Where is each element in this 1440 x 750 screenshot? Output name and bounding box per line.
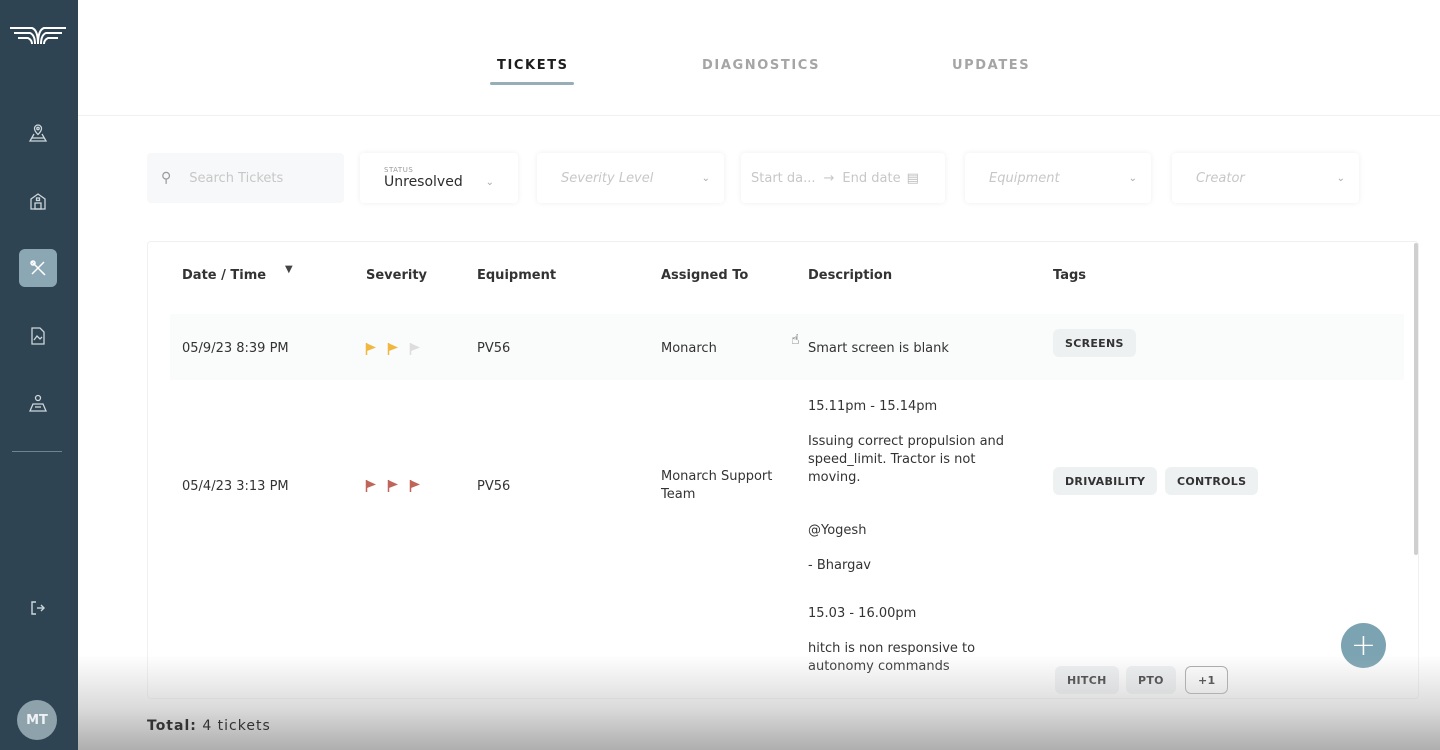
column-header-equipment: Equipment xyxy=(477,268,556,283)
tag-hitch[interactable]: HITCH xyxy=(1055,666,1119,694)
user-map-icon xyxy=(28,393,48,413)
more-tags-badge[interactable]: +1 xyxy=(1185,666,1228,694)
row-description-line: hitch is non responsive to autonomy comm… xyxy=(808,640,1013,676)
total-value: 4 tickets xyxy=(202,718,270,734)
column-header-datetime[interactable]: Date / Time xyxy=(182,268,266,283)
flag-icon-active xyxy=(409,478,421,492)
table-scrollbar[interactable] xyxy=(1414,243,1418,555)
row-assigned-to: Monarch Support Team xyxy=(661,468,776,504)
chevron-down-icon: ⌄ xyxy=(1129,173,1137,184)
flag-icon-inactive xyxy=(409,341,421,355)
equipment-placeholder: Equipment xyxy=(989,171,1060,186)
sidebar-item-operators[interactable] xyxy=(19,384,57,422)
severity-placeholder: Severity Level xyxy=(561,171,653,186)
tab-diagnostics[interactable]: DIAGNOSTICS xyxy=(702,58,820,73)
status-label: STATUS xyxy=(384,166,413,174)
row-assigned-to: Monarch xyxy=(661,340,717,358)
sidebar-item-barn[interactable] xyxy=(19,182,57,220)
chevron-down-icon: ⌄ xyxy=(486,177,494,188)
column-header-assigned-to: Assigned To xyxy=(661,268,748,283)
flag-icon-active xyxy=(365,478,377,492)
flag-icon-active xyxy=(365,341,377,355)
tag-pto[interactable]: PTO xyxy=(1126,666,1176,694)
table-row[interactable] xyxy=(170,314,1404,380)
row-description-line: 15.03 - 16.00pm xyxy=(808,605,916,623)
total-label: Total: xyxy=(147,718,197,734)
arrow-right-icon: → xyxy=(824,171,835,186)
chevron-down-icon: ⌄ xyxy=(1337,173,1345,184)
barn-icon xyxy=(28,191,48,211)
ticket-total: Total: 4 tickets xyxy=(147,718,271,734)
column-header-tags: Tags xyxy=(1053,268,1086,283)
search-input[interactable]: ⚲ Search Tickets xyxy=(147,153,344,203)
column-header-description: Description xyxy=(808,268,892,283)
status-value: Unresolved xyxy=(384,174,463,190)
row-datetime: 05/9/23 8:39 PM xyxy=(182,340,289,358)
row-equipment: PV56 xyxy=(477,478,510,496)
row-description-line: @Yogesh xyxy=(808,522,866,540)
avatar[interactable]: MT xyxy=(17,700,57,740)
calendar-icon: ▤ xyxy=(907,171,919,186)
active-tab-indicator xyxy=(490,82,574,85)
wings-logo-icon[interactable] xyxy=(8,22,68,48)
row-equipment: PV56 xyxy=(477,340,510,358)
hand-cursor-icon: ☝ xyxy=(791,332,800,348)
chevron-down-icon: ⌄ xyxy=(702,173,710,184)
tab-tickets[interactable]: TICKETS xyxy=(497,58,569,73)
search-placeholder: Search Tickets xyxy=(189,171,283,186)
creator-placeholder: Creator xyxy=(1196,171,1245,186)
tab-updates[interactable]: UPDATES xyxy=(952,58,1030,73)
end-date-input[interactable]: End date xyxy=(842,171,900,186)
creator-select[interactable]: Creator ⌄ xyxy=(1172,153,1359,203)
logout-icon xyxy=(28,598,48,618)
plus-icon: + xyxy=(1351,628,1376,663)
column-header-severity: Severity xyxy=(366,268,427,283)
sidebar-divider xyxy=(12,451,62,452)
logout-button[interactable] xyxy=(19,589,57,627)
tools-icon xyxy=(28,258,48,278)
sidebar-item-tools[interactable] xyxy=(19,249,57,287)
flag-icon-active xyxy=(387,478,399,492)
equipment-select[interactable]: Equipment ⌄ xyxy=(965,153,1151,203)
status-select[interactable]: STATUS Unresolved ⌄ xyxy=(360,153,518,203)
flag-icon-active xyxy=(387,341,399,355)
row-description-line: - Bhargav xyxy=(808,557,871,575)
add-ticket-button[interactable]: + xyxy=(1341,623,1386,668)
start-date-input[interactable]: Start da... xyxy=(751,171,816,186)
date-range-picker[interactable]: Start da... → End date ▤ xyxy=(741,153,945,203)
search-icon: ⚲ xyxy=(161,170,171,186)
sidebar: MT xyxy=(0,0,78,750)
tag-screens[interactable]: SCREENS xyxy=(1053,329,1136,357)
sidebar-item-map[interactable] xyxy=(19,114,57,152)
row-datetime: 05/4/23 3:13 PM xyxy=(182,478,289,496)
sort-desc-icon[interactable]: ▼ xyxy=(285,264,293,275)
severity-select[interactable]: Severity Level ⌄ xyxy=(537,153,724,203)
map-pin-icon xyxy=(28,123,48,143)
row-description: Smart screen is blank xyxy=(808,340,949,358)
sidebar-item-reports[interactable] xyxy=(19,317,57,355)
row-description-line: 15.11pm - 15.14pm xyxy=(808,398,937,416)
row-description-line: Issuing correct propulsion and speed_lim… xyxy=(808,433,1013,487)
tag-drivability[interactable]: DRIVABILITY xyxy=(1053,467,1157,495)
document-icon xyxy=(28,326,48,346)
tag-controls[interactable]: CONTROLS xyxy=(1165,467,1258,495)
